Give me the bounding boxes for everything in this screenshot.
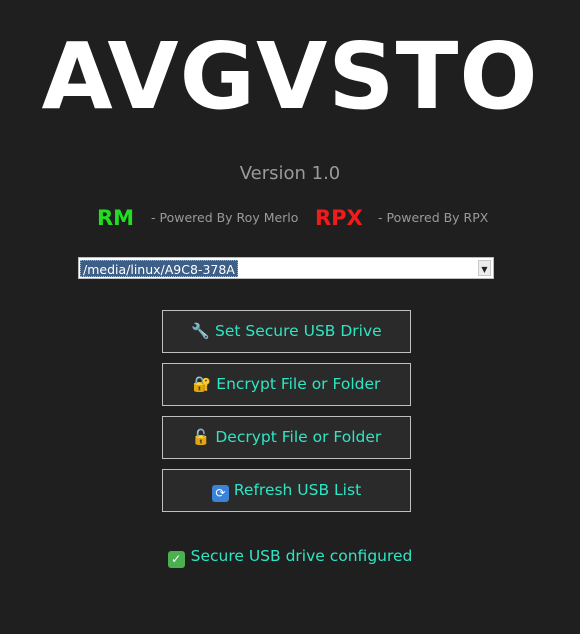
- decrypt-label: Decrypt File or Folder: [215, 428, 382, 446]
- set-secure-usb-button[interactable]: 🔧 Set Secure USB Drive: [162, 310, 411, 353]
- refresh-usb-button[interactable]: ⟳ Refresh USB List: [162, 469, 411, 512]
- lock-key-icon: 🔐: [192, 375, 212, 393]
- encrypt-button[interactable]: 🔐 Encrypt File or Folder: [162, 363, 411, 406]
- wrench-icon: 🔧: [191, 322, 210, 340]
- rpx-logo-text: RPX: [315, 206, 363, 230]
- check-icon: ✓: [167, 551, 185, 568]
- encrypt-label: Encrypt File or Folder: [216, 375, 381, 393]
- refresh-icon: ⟳: [211, 485, 229, 502]
- dropdown-arrow-icon[interactable]: ▼: [478, 260, 491, 276]
- set-secure-usb-label: Set Secure USB Drive: [215, 322, 382, 340]
- refresh-usb-label: Refresh USB List: [233, 481, 362, 499]
- app-title: AVGVSTO: [41, 23, 539, 130]
- rm-credit-text: - Powered By Roy Merlo: [151, 210, 299, 225]
- unlock-icon: 🔓: [191, 428, 211, 446]
- rm-logo-text: RM: [97, 206, 135, 230]
- usb-drive-selected-value[interactable]: /media/linux/A9C8-378A: [80, 260, 238, 277]
- credits-row: RM - Powered By Roy Merlo RPX - Powered …: [0, 203, 580, 233]
- status-text: Secure USB drive configured: [190, 547, 413, 565]
- rpx-credit-text: - Powered By RPX: [378, 210, 489, 225]
- version-label: Version 1.0: [239, 163, 341, 184]
- app-window: AVGVSTO Version 1.0 RM - Powered By Roy …: [0, 0, 580, 634]
- decrypt-button[interactable]: 🔓 Decrypt File or Folder: [162, 416, 411, 459]
- usb-drive-combobox[interactable]: /media/linux/A9C8-378A ▼: [78, 257, 494, 279]
- status-message: ✓ Secure USB drive configured: [0, 545, 580, 568]
